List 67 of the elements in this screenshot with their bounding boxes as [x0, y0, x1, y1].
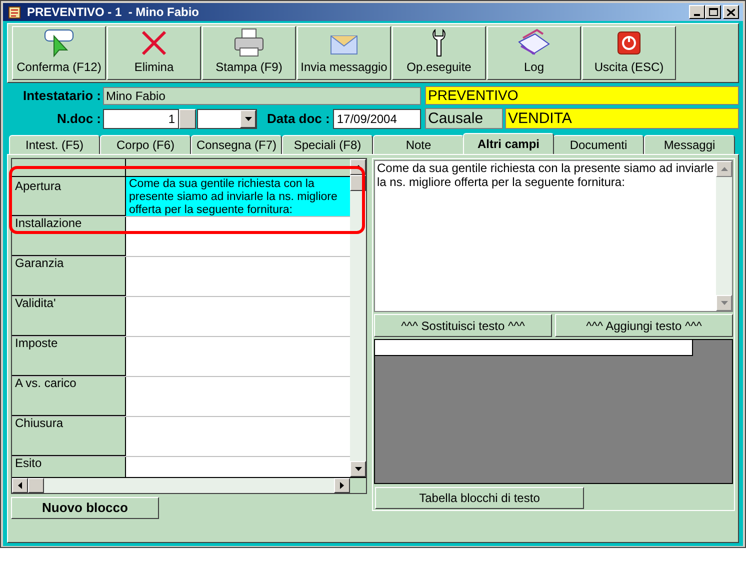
text-block-table-button[interactable]: Tabella blocchi di testo [375, 487, 584, 509]
tab[interactable]: Messaggi [644, 135, 735, 154]
toolbar-button[interactable]: Uscita (ESC) [582, 26, 676, 80]
field-label: Intestatario : [22, 86, 102, 105]
caret-icon [244, 116, 252, 120]
row-label: Chiusura [12, 417, 126, 456]
field-label: N.doc : [56, 110, 102, 128]
row-label: Apertura [12, 177, 126, 216]
row-label: Validita' [12, 297, 126, 336]
scroll-down-button[interactable] [350, 461, 366, 477]
printer-icon [233, 28, 265, 58]
dropdown-button[interactable] [240, 110, 256, 128]
editor-button[interactable]: ^^^ Aggiungi testo ^^^ [555, 314, 733, 337]
close-icon [727, 8, 735, 16]
value-cell[interactable] [126, 297, 350, 336]
tab[interactable]: Corpo (F6) [100, 135, 191, 154]
document-type-field: PREVENTIVO [425, 86, 739, 105]
new-block-button[interactable]: Nuovo blocco [11, 497, 159, 519]
holder-field[interactable]: Mino Fabio [103, 86, 421, 104]
row-label: A vs. carico [12, 377, 126, 416]
tab[interactable]: Altri campi [463, 133, 554, 154]
value-cell[interactable] [126, 337, 350, 376]
row-label: Imposte [12, 337, 126, 376]
causale-field: VENDITA [505, 108, 739, 129]
toolbar-button[interactable]: Invia messaggio [297, 26, 391, 80]
value-cell[interactable] [126, 377, 350, 416]
row-label: Installazione [12, 217, 126, 256]
caret-icon [720, 301, 728, 305]
spin-button[interactable] [179, 108, 196, 128]
field-label: Data doc : [267, 110, 331, 128]
value-cell[interactable] [126, 417, 350, 456]
scroll-left-button[interactable] [12, 478, 28, 493]
row-label: Garanzia [12, 257, 126, 296]
cross-icon [140, 28, 168, 56]
caret-icon [340, 482, 344, 489]
tab[interactable]: Consegna (F7) [191, 135, 282, 154]
value-cell[interactable] [126, 217, 350, 256]
power-icon [617, 30, 641, 54]
scroll-thumb[interactable] [28, 478, 44, 493]
tab[interactable]: Note [373, 135, 464, 154]
doc-number-field[interactable]: 1 [103, 108, 179, 128]
caret-icon [354, 467, 362, 471]
toolbar-button[interactable]: Elimina [107, 26, 201, 80]
window-title: PREVENTIVO - 1 - Mino Fabio [27, 4, 200, 21]
toolbar-button[interactable]: Conferma (F12) [12, 26, 106, 80]
app-icon [7, 4, 23, 20]
table-row[interactable] [375, 340, 693, 356]
dropdown-field[interactable] [197, 108, 257, 128]
caret-icon [18, 482, 22, 489]
close-button[interactable] [723, 5, 739, 19]
value-cell[interactable]: Come da sua gentile richiesta con la presente siamo ad inviarle la ns. migliore offerta per la seguente fornitura: [126, 177, 350, 216]
caret-icon [720, 167, 728, 171]
tab[interactable]: Documenti [553, 135, 644, 154]
scroll-right-button[interactable] [334, 478, 350, 493]
ok-arrow-icon [42, 28, 76, 58]
causale-label: Causale [425, 108, 503, 129]
toolbar-button[interactable]: Stampa (F9) [202, 26, 296, 80]
value-cell[interactable] [126, 257, 350, 296]
tab[interactable]: Intest. (F5) [9, 135, 100, 154]
tab[interactable]: Speciali (F8) [282, 135, 373, 154]
date-field[interactable]: 17/09/2004 [332, 108, 421, 128]
editor-button[interactable]: ^^^ Sostituisci testo ^^^ [374, 314, 552, 337]
book-icon [517, 28, 551, 58]
minimize-button[interactable] [689, 5, 705, 19]
toolbar-button[interactable]: Log [487, 26, 581, 80]
toolbar-button[interactable]: Op.eseguite [392, 26, 486, 80]
maximize-button[interactable] [705, 5, 721, 19]
